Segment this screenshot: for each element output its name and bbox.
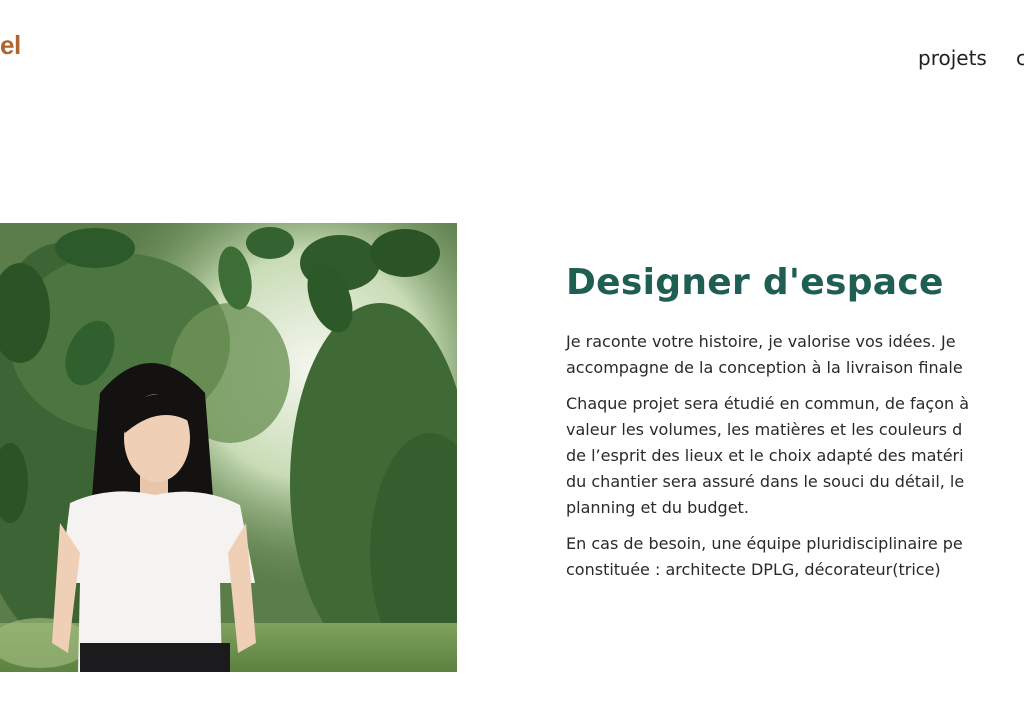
about-section: Designer d'espace Je raconte votre histo… xyxy=(566,262,1024,593)
site-logo[interactable]: el xyxy=(0,30,21,61)
paragraph-line: valeur les volumes, les matières et les … xyxy=(566,420,963,439)
portrait-photo xyxy=(0,223,457,672)
paragraph-line: planning et du budget. xyxy=(566,498,749,517)
paragraph-line: Je raconte votre histoire, je valorise v… xyxy=(566,332,956,351)
team-paragraph: En cas de besoin, une équipe pluridiscip… xyxy=(566,531,1024,583)
intro-paragraph: Je raconte votre histoire, je valorise v… xyxy=(566,329,1024,381)
paragraph-line: accompagne de la conception à la livrais… xyxy=(566,358,963,377)
method-paragraph: Chaque projet sera étudié en commun, de … xyxy=(566,391,1024,521)
nav-link-projets[interactable]: projets xyxy=(918,46,987,70)
paragraph-line: de l’esprit des lieux et le choix adapté… xyxy=(566,446,964,465)
paragraph-line: constituée : architecte DPLG, décorateur… xyxy=(566,560,941,579)
nav-link-partial[interactable]: c xyxy=(1016,46,1024,70)
paragraph-line: du chantier sera assuré dans le souci du… xyxy=(566,472,965,491)
paragraph-line: Chaque projet sera étudié en commun, de … xyxy=(566,394,970,413)
paragraph-line: En cas de besoin, une équipe pluridiscip… xyxy=(566,534,963,553)
main-nav: projets c xyxy=(918,46,1024,70)
page-title: Designer d'espace xyxy=(566,262,944,303)
